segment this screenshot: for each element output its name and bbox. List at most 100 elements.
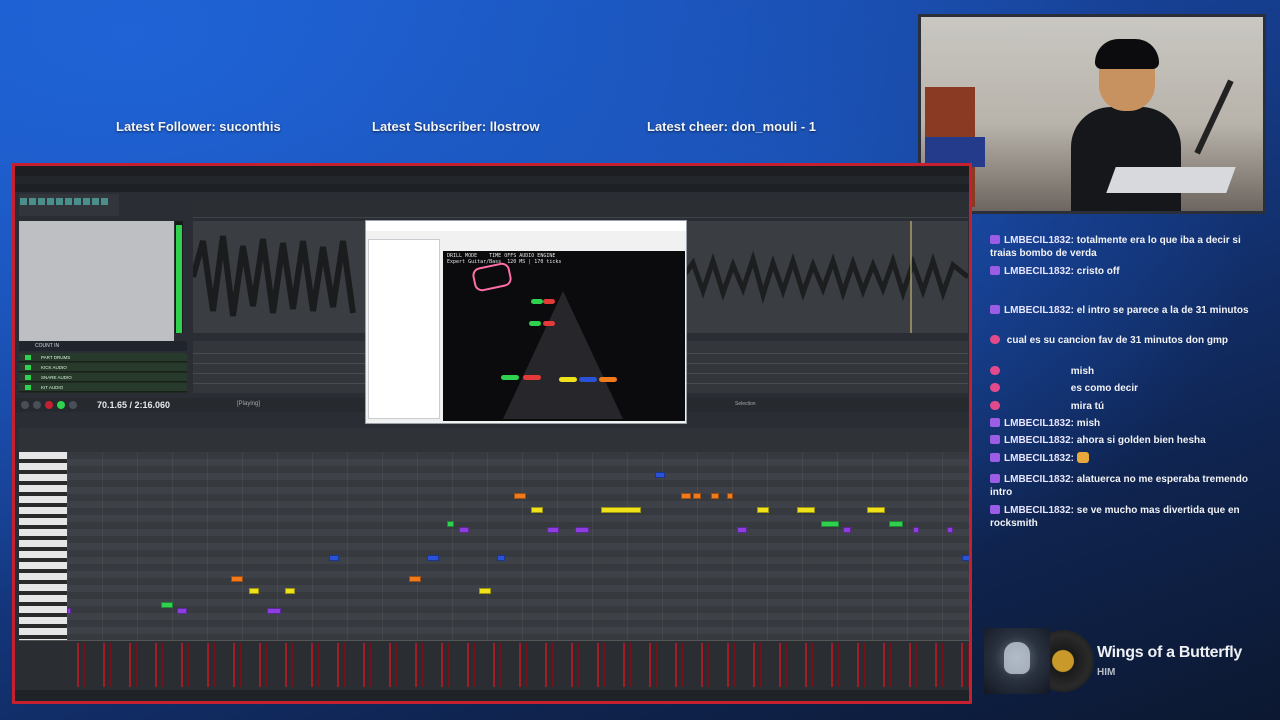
- track-part-drums[interactable]: PART DRUMS: [19, 353, 187, 362]
- midi-note[interactable]: [447, 521, 454, 527]
- midi-note[interactable]: [427, 555, 439, 561]
- chat-text: mish: [1070, 366, 1095, 377]
- chat-message: LMBECIL1832: totalmente era lo que iba a…: [990, 234, 1266, 260]
- chat-username: LMBECIL1832:: [1004, 453, 1075, 464]
- midi-note[interactable]: [531, 507, 543, 513]
- midi-editor-header[interactable]: [19, 428, 969, 452]
- reaper-window[interactable]: COUNT IN PART DRUMS KICK AUDIO SNARE AUD…: [12, 163, 972, 704]
- chat-message: LMBECIL1832: alatuerca no me esperaba tr…: [990, 473, 1266, 499]
- latest-subscriber-label: Latest Subscriber: llostrow: [372, 119, 540, 134]
- midi-note[interactable]: [821, 521, 839, 527]
- play-button[interactable]: [57, 401, 65, 409]
- chat-message: LMBECIL1832:: [990, 452, 1266, 465]
- midi-note[interactable]: [913, 527, 919, 533]
- midi-note[interactable]: [329, 555, 339, 561]
- window-title-bar[interactable]: [15, 166, 969, 176]
- piano-roll-grid[interactable]: [67, 452, 969, 640]
- midi-note[interactable]: [889, 521, 903, 527]
- preview-window-title[interactable]: [366, 221, 686, 231]
- chat-username: LMBECIL1832:: [1004, 435, 1075, 446]
- guitar-highway-view: DRILL MODE TIME OFFS AUDIO ENGINE Expert…: [443, 251, 685, 421]
- neon-sign-logo: [470, 261, 514, 293]
- latest-follower-label: Latest Follower: suconthis: [116, 119, 281, 134]
- song-title: Wings of a Butterfly: [1097, 644, 1242, 661]
- subscriber-badge-icon: [990, 305, 1000, 314]
- midi-note[interactable]: [737, 527, 747, 533]
- timeline-ruler[interactable]: [193, 198, 968, 218]
- subscriber-badge-icon: [990, 435, 1000, 444]
- subscriber-badge-icon: [990, 418, 1000, 427]
- midi-note[interactable]: [497, 555, 505, 561]
- midi-note[interactable]: [267, 608, 281, 614]
- midi-note[interactable]: [797, 507, 815, 513]
- drum-track-group[interactable]: PART DRUMS KICK AUDIO SNARE AUDIO KIT AU…: [19, 353, 187, 393]
- midi-note[interactable]: [575, 527, 589, 533]
- forward-button[interactable]: [69, 401, 77, 409]
- chat-username: LMBECIL1832:: [1004, 266, 1075, 277]
- project-tabs[interactable]: [15, 184, 969, 192]
- midi-note[interactable]: [67, 608, 71, 614]
- chat-message: mira tú: [990, 400, 1266, 413]
- midi-note[interactable]: [547, 527, 559, 533]
- green-gem: [531, 299, 543, 304]
- midi-note[interactable]: [727, 493, 733, 499]
- midi-note[interactable]: [962, 555, 969, 561]
- track-control-panel[interactable]: [19, 221, 174, 341]
- midi-note[interactable]: [409, 576, 421, 582]
- chat-username: LMBECIL1832:: [1004, 474, 1075, 485]
- stop-button[interactable]: [33, 401, 41, 409]
- red-gem: [543, 321, 555, 326]
- selection-label: Selection: [735, 401, 756, 407]
- midi-note[interactable]: [177, 608, 187, 614]
- heart-badge-icon: [990, 401, 1000, 410]
- track-kick-audio[interactable]: KICK AUDIO: [19, 363, 187, 372]
- midi-editor[interactable]: [19, 428, 969, 640]
- midi-note[interactable]: [655, 472, 665, 478]
- midi-note[interactable]: [681, 493, 691, 499]
- red-gem: [543, 299, 555, 304]
- heart-badge-icon: [990, 366, 1000, 375]
- heart-badge-icon: [990, 335, 1000, 344]
- menu-bar[interactable]: [15, 176, 969, 184]
- main-toolbar[interactable]: [19, 194, 119, 216]
- blue-gem: [579, 377, 597, 382]
- preview-window-menu[interactable]: [366, 231, 686, 238]
- chat-message: es como decir: [990, 382, 1266, 395]
- velocity-bars: [67, 643, 969, 687]
- green-gem: [529, 321, 541, 326]
- midi-note[interactable]: [757, 507, 769, 513]
- midi-note[interactable]: [479, 588, 491, 594]
- heart-badge-icon: [990, 383, 1000, 392]
- chat-message: LMBECIL1832: cristo off: [990, 265, 1266, 278]
- song-artist: HIM: [1097, 667, 1116, 678]
- midi-note[interactable]: [711, 493, 719, 499]
- midi-note[interactable]: [231, 576, 243, 582]
- midi-note[interactable]: [601, 507, 641, 513]
- instrument-list[interactable]: [368, 239, 440, 419]
- subscriber-badge-icon: [990, 505, 1000, 514]
- count-in-track[interactable]: COUNT IN: [19, 341, 187, 351]
- game-preview-window[interactable]: DRILL MODE TIME OFFS AUDIO ENGINE Expert…: [365, 220, 687, 424]
- chat-message: LMBECIL1832: el intro se parece a la de …: [990, 304, 1266, 317]
- time-display: 70.1.65 / 2:16.060: [97, 400, 171, 410]
- midi-note[interactable]: [459, 527, 469, 533]
- track-snare-audio[interactable]: SNARE AUDIO: [19, 373, 187, 382]
- midi-note[interactable]: [161, 602, 173, 608]
- midi-note[interactable]: [947, 527, 953, 533]
- midi-note[interactable]: [693, 493, 701, 499]
- latest-cheer-label: Latest cheer: don_mouli - 1: [647, 119, 817, 134]
- rewind-button[interactable]: [21, 401, 29, 409]
- midi-note[interactable]: [514, 493, 526, 499]
- record-button[interactable]: [45, 401, 53, 409]
- chat-message: cual es su cancion fav de 31 minutos don…: [990, 334, 1266, 347]
- track-kit-audio[interactable]: KIT AUDIO: [19, 383, 187, 392]
- velocity-cc-lane[interactable]: [19, 640, 969, 688]
- midi-note[interactable]: [843, 527, 851, 533]
- midi-note[interactable]: [249, 588, 259, 594]
- midi-note[interactable]: [285, 588, 295, 594]
- piano-keyboard[interactable]: [19, 452, 67, 640]
- midi-editor-status-bar[interactable]: [15, 690, 969, 701]
- chat-username: LMBECIL1832:: [1004, 418, 1075, 429]
- subscriber-badge-icon: [990, 453, 1000, 462]
- midi-note[interactable]: [867, 507, 885, 513]
